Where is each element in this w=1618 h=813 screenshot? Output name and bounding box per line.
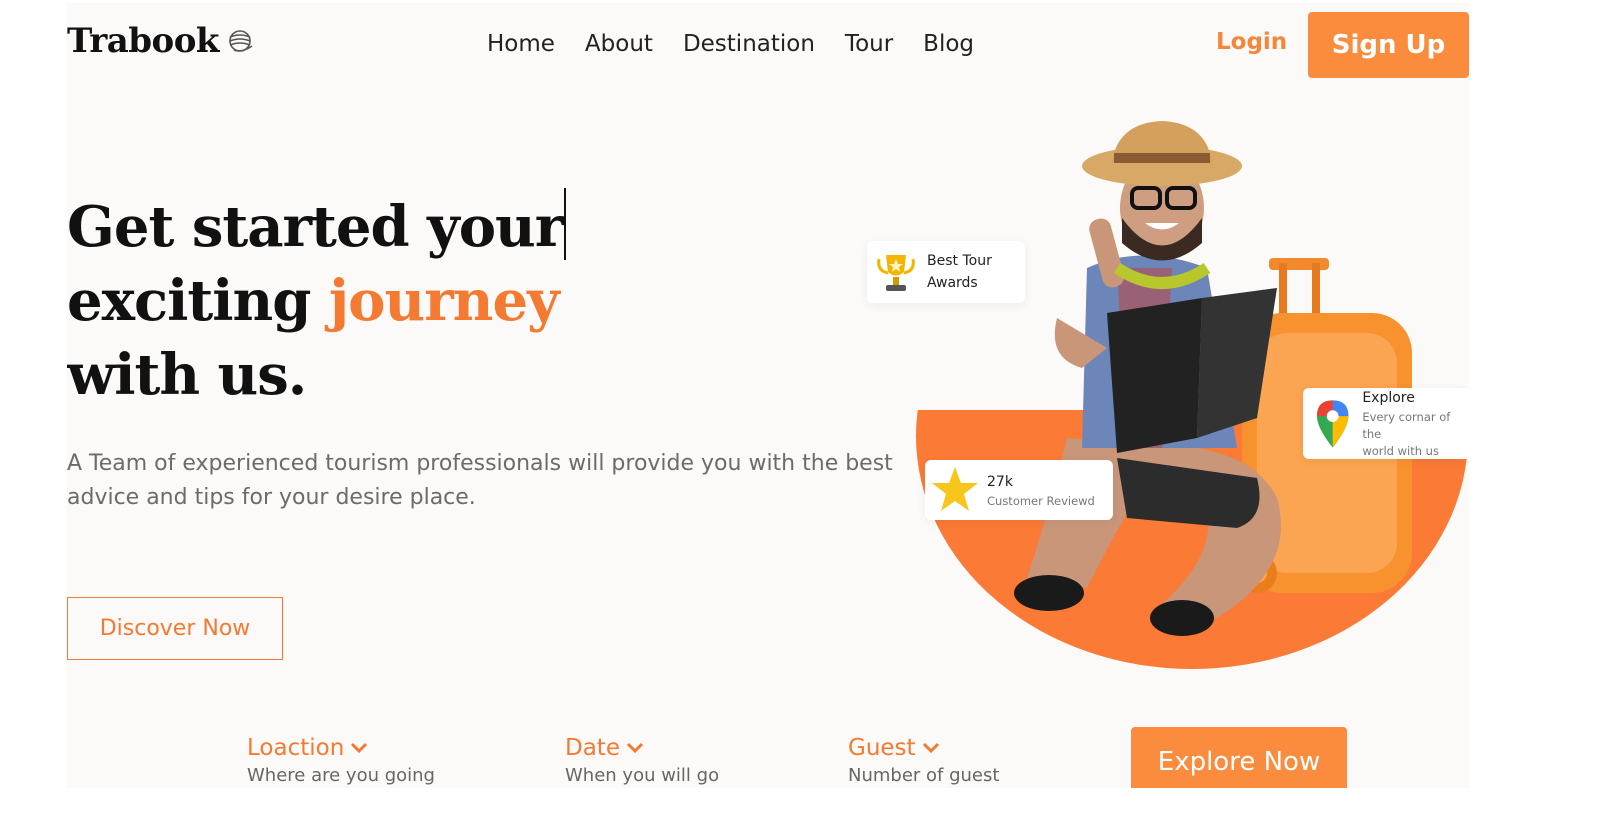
nav-destination[interactable]: Destination [683, 31, 815, 57]
nav-tour[interactable]: Tour [845, 31, 893, 57]
landing-page: Trabook Home About Destination Tour Blog… [67, 3, 1469, 788]
date-label: Date [565, 735, 620, 761]
guest-hint: Number of guest [848, 765, 1000, 786]
discover-now-button[interactable]: Discover Now [67, 597, 283, 660]
traveler-image [1014, 121, 1412, 636]
chevron-down-icon [922, 742, 939, 754]
nav-blog[interactable]: Blog [923, 31, 974, 57]
main-nav: Home About Destination Tour Blog [487, 31, 974, 57]
guest-field[interactable]: Guest Number of guest [848, 735, 999, 786]
hero-title-line1: Get started your [67, 194, 564, 260]
chevron-down-icon [626, 742, 644, 754]
explore-now-button[interactable]: Explore Now [1131, 727, 1347, 788]
explore-line1: Every cornar of the [1362, 410, 1451, 441]
hero-title-accent: journey [328, 268, 560, 334]
nav-about[interactable]: About [585, 31, 653, 57]
location-label: Loaction [247, 735, 345, 761]
review-label: Customer Reviewd [987, 493, 1095, 508]
guest-label: Guest [848, 735, 916, 761]
text-caret [564, 188, 567, 260]
chevron-down-icon [351, 742, 368, 754]
nav-home[interactable]: Home [487, 31, 555, 57]
trophy-icon [877, 255, 915, 291]
map-pin-icon [1316, 399, 1349, 448]
award-badge: Best Tour Awards [867, 241, 1025, 303]
location-dropdown[interactable]: Loaction [247, 735, 435, 761]
award-line1: Best Tour [927, 253, 992, 269]
date-dropdown[interactable]: Date [565, 735, 719, 761]
logo-text: Trabook [67, 21, 219, 61]
hero-title-line2a: exciting [67, 268, 329, 334]
location-field[interactable]: Loaction Where are you going [247, 735, 435, 786]
login-link[interactable]: Login [1216, 29, 1287, 55]
review-badge: 27k Customer Reviewd [925, 460, 1113, 520]
hero-title: Get started your exciting journey with u… [67, 188, 687, 412]
hero-title-line3: with us. [67, 342, 307, 408]
review-count: 27k [987, 473, 1013, 490]
date-field[interactable]: Date When you will go [565, 735, 719, 786]
signup-button[interactable]: Sign Up [1308, 12, 1469, 78]
award-line2: Awards [927, 275, 978, 291]
star-icon [932, 467, 978, 511]
hero-description: A Team of experienced tourism profession… [67, 451, 893, 510]
logo[interactable]: Trabook [67, 21, 255, 61]
date-hint: When you will go [565, 765, 720, 786]
explore-title: Explore [1362, 390, 1415, 406]
globe-icon [229, 30, 253, 52]
explore-badge: Explore Every cornar of the world with u… [1303, 388, 1469, 459]
location-hint: Where are you going [247, 765, 435, 786]
explore-line2: world with us [1362, 444, 1439, 458]
guest-dropdown[interactable]: Guest [848, 735, 999, 761]
